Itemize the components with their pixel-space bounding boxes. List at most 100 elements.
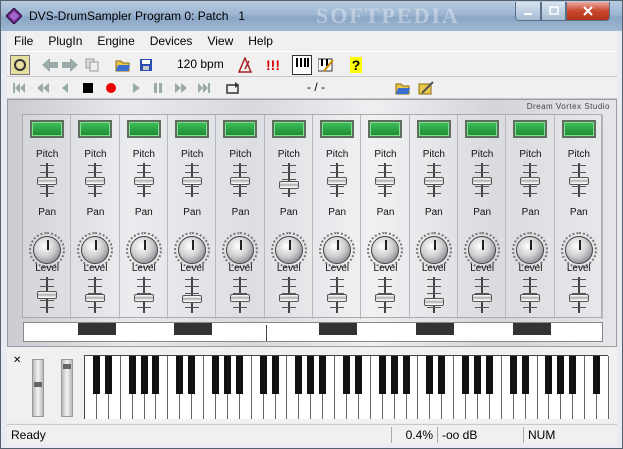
pan-knob[interactable]	[323, 236, 352, 264]
level-fader-handle[interactable]	[423, 298, 444, 306]
black-key[interactable]	[593, 356, 601, 394]
tempo-readout[interactable]: 120 bpm	[177, 57, 224, 71]
play-button[interactable]	[128, 80, 144, 96]
black-key[interactable]	[474, 356, 481, 394]
channel-trigger-button[interactable]	[513, 120, 548, 138]
pause-button[interactable]	[150, 80, 166, 96]
pattern-block[interactable]	[174, 323, 213, 335]
forward-button[interactable]	[60, 55, 80, 75]
settings-button[interactable]	[418, 80, 434, 96]
channel-trigger-button[interactable]	[126, 120, 161, 138]
close-button[interactable]	[566, 2, 610, 21]
black-key[interactable]	[212, 356, 219, 394]
channel-trigger-button[interactable]	[416, 120, 451, 138]
back-button[interactable]	[40, 55, 60, 75]
patch-tool-button[interactable]	[10, 55, 30, 75]
black-key[interactable]	[140, 356, 148, 394]
black-key[interactable]	[259, 356, 267, 394]
black-key[interactable]	[104, 356, 112, 394]
black-key[interactable]	[92, 356, 100, 394]
pitch-fader-handle[interactable]	[472, 176, 493, 185]
level-fader-handle[interactable]	[278, 293, 299, 302]
pattern-block[interactable]	[512, 323, 551, 335]
black-key[interactable]	[545, 356, 553, 394]
black-key[interactable]	[271, 356, 279, 394]
black-key[interactable]	[557, 356, 565, 394]
pitch-fader-handle[interactable]	[133, 176, 154, 185]
pitch-fader-handle[interactable]	[327, 176, 348, 185]
channel-trigger-button[interactable]	[271, 120, 306, 138]
record-button[interactable]	[103, 80, 119, 96]
black-key[interactable]	[176, 356, 184, 394]
keyboard-close-icon[interactable]: ✕	[13, 355, 21, 366]
pattern-block[interactable]	[415, 323, 454, 335]
pitch-fader-handle[interactable]	[568, 176, 589, 185]
menu-file[interactable]: File	[7, 34, 41, 48]
black-key[interactable]	[307, 356, 315, 394]
level-fader-handle[interactable]	[182, 295, 203, 303]
black-key[interactable]	[319, 356, 327, 394]
pan-knob[interactable]	[419, 236, 448, 264]
black-key[interactable]	[152, 356, 160, 394]
channel-trigger-button[interactable]	[175, 120, 210, 138]
black-key[interactable]	[438, 356, 446, 394]
black-key[interactable]	[390, 356, 398, 394]
copy-button[interactable]	[82, 55, 102, 75]
level-fader-handle[interactable]	[375, 293, 396, 302]
pitch-fader-handle[interactable]	[37, 176, 58, 185]
pattern-block[interactable]	[77, 323, 116, 335]
edit-keys-button[interactable]	[316, 55, 336, 75]
level-fader-handle[interactable]	[85, 293, 106, 302]
pitch-fader-handle[interactable]	[520, 176, 541, 185]
black-key[interactable]	[426, 356, 434, 394]
menu-devices[interactable]: Devices	[143, 34, 201, 48]
black-key[interactable]	[569, 356, 577, 394]
black-key[interactable]	[462, 356, 470, 394]
black-key[interactable]	[128, 356, 136, 394]
menu-engine[interactable]: Engine	[90, 34, 142, 48]
menu-view[interactable]: View	[200, 34, 241, 48]
level-fader-handle[interactable]	[327, 293, 348, 302]
black-key[interactable]	[223, 356, 231, 394]
open-button[interactable]	[113, 55, 133, 75]
go-start-button[interactable]	[11, 80, 27, 96]
loop-button[interactable]	[225, 80, 241, 96]
black-key[interactable]	[295, 356, 303, 394]
pattern-strip[interactable]	[23, 322, 603, 342]
stop-button[interactable]	[80, 80, 96, 96]
piano-keyboard[interactable]	[84, 355, 609, 419]
pitch-fader-handle[interactable]	[278, 181, 299, 189]
channel-trigger-button[interactable]	[223, 120, 258, 138]
save-button[interactable]	[136, 55, 156, 75]
black-key[interactable]	[235, 356, 243, 394]
pan-knob[interactable]	[564, 236, 593, 264]
channel-trigger-button[interactable]	[561, 120, 596, 138]
black-key[interactable]	[402, 356, 410, 394]
channel-trigger-button[interactable]	[30, 120, 65, 138]
pitch-fader-handle[interactable]	[423, 176, 444, 185]
channel-trigger-button[interactable]	[320, 120, 355, 138]
maximize-button[interactable]	[541, 2, 566, 21]
pan-knob[interactable]	[178, 236, 207, 264]
pan-knob[interactable]	[274, 236, 303, 264]
channel-trigger-button[interactable]	[368, 120, 403, 138]
black-key[interactable]	[343, 356, 350, 394]
pan-knob[interactable]	[33, 236, 62, 264]
go-end-button[interactable]	[196, 80, 212, 96]
open-song-button[interactable]	[395, 80, 411, 96]
channel-trigger-button[interactable]	[78, 120, 113, 138]
black-key[interactable]	[378, 356, 386, 394]
minimize-button[interactable]	[515, 2, 541, 21]
keyboard-view-button[interactable]	[292, 55, 312, 75]
mod-wheel[interactable]	[61, 359, 73, 417]
black-key[interactable]	[485, 356, 493, 394]
black-key[interactable]	[354, 356, 362, 394]
black-key[interactable]	[509, 356, 517, 394]
pitch-fader-handle[interactable]	[375, 176, 396, 185]
panic-button[interactable]: !!!	[261, 55, 285, 75]
menu-help[interactable]: Help	[241, 34, 281, 48]
pan-knob[interactable]	[468, 236, 497, 264]
pitch-fader-handle[interactable]	[182, 176, 203, 185]
pitch-wheel[interactable]	[32, 359, 44, 417]
channel-trigger-button[interactable]	[465, 120, 500, 138]
